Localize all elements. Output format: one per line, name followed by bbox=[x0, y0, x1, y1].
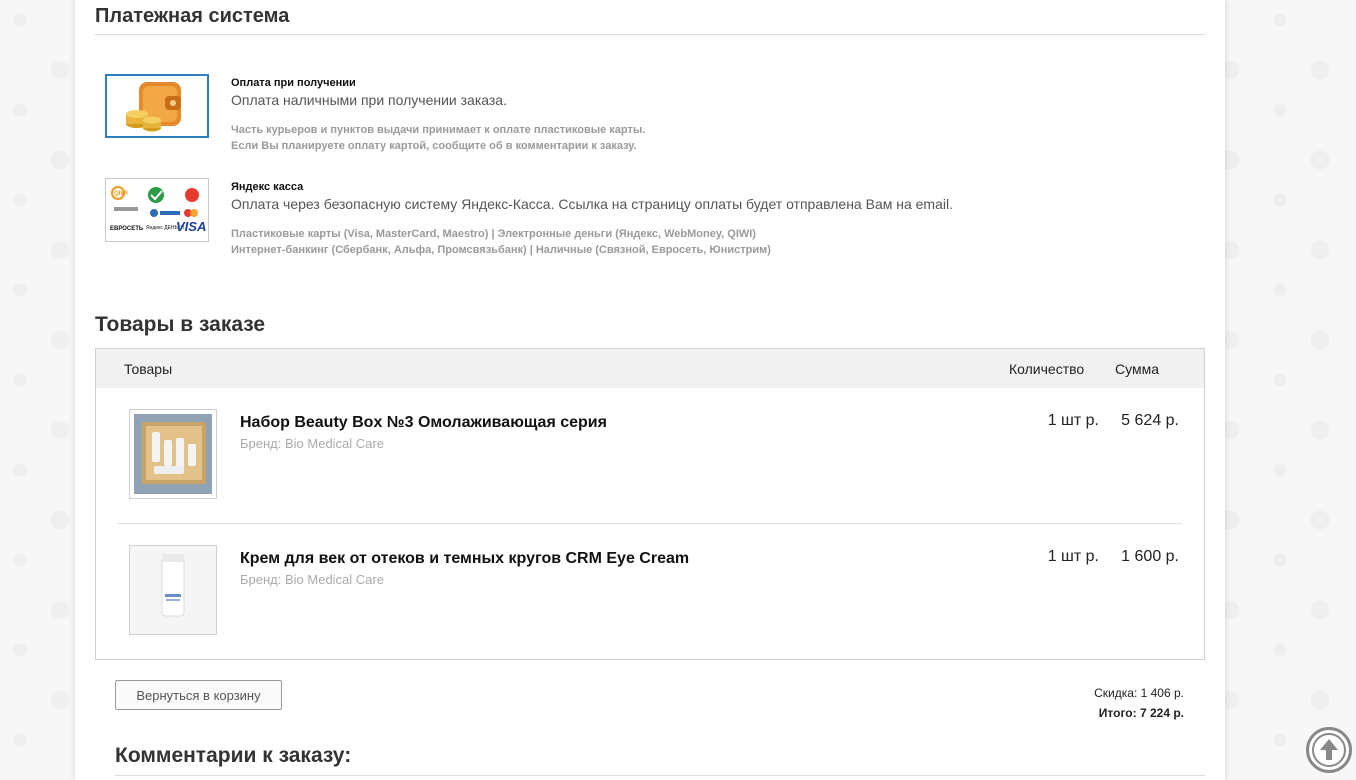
payment-option-description: Оплата через безопасную систему Яндекс-К… bbox=[231, 196, 953, 212]
product-name[interactable]: Набор Beauty Box №3 Омолаживающая серия bbox=[240, 414, 607, 432]
order-panel: Платежная система Оплата при получении О… bbox=[75, 0, 1225, 780]
product-brand: Бренд: Bio Medical Care bbox=[240, 436, 384, 451]
qiwi-logo: QIWI bbox=[114, 191, 128, 197]
table-header: Товары Количество Сумма bbox=[96, 349, 1204, 388]
product-name[interactable]: Крем для век от отеков и темных кругов C… bbox=[240, 550, 689, 568]
table-row: Набор Beauty Box №3 Омолаживающая серия … bbox=[96, 409, 1204, 519]
payment-option-note: Часть курьеров и пунктов выдачи принимае… bbox=[231, 122, 1131, 154]
column-header-goods: Товары bbox=[124, 361, 173, 377]
comments-heading: Комментарии к заказу: bbox=[115, 744, 352, 767]
payment-systems-icon: QIWI ЕВРОСЕТЬ Яндекс ДЕНЬГИ VISA bbox=[105, 178, 209, 242]
visa-logo: VISA bbox=[176, 219, 206, 234]
discount-value: Скидка: 1 406 р. bbox=[1094, 686, 1184, 700]
product-image[interactable] bbox=[129, 545, 217, 635]
column-header-sum: Сумма bbox=[1115, 361, 1159, 377]
arrow-up-icon bbox=[1312, 733, 1346, 767]
column-header-qty: Количество bbox=[1009, 361, 1085, 377]
scroll-to-top-button[interactable] bbox=[1306, 727, 1352, 773]
total-value: Итого: 7 224 р. bbox=[1098, 706, 1184, 720]
payment-option-title: Яндекс касса bbox=[231, 181, 304, 193]
product-qty: 1 шт р. bbox=[1047, 412, 1099, 429]
payment-heading: Платежная система bbox=[95, 5, 290, 27]
wallet-icon bbox=[105, 74, 209, 138]
evroset-logo: ЕВРОСЕТЬ bbox=[110, 226, 144, 232]
order-totals: Скидка: 1 406 р. Итого: 7 224 р. bbox=[1094, 683, 1184, 723]
payment-note-line: Интернет-банкинг (Сбербанк, Альфа, Промс… bbox=[231, 244, 771, 256]
payment-option-note: Пластиковые карты (Visa, MasterCard, Mae… bbox=[231, 226, 1131, 258]
product-qty: 1 шт р. bbox=[1047, 548, 1099, 565]
payment-option-description: Оплата наличными при получении заказа. bbox=[231, 92, 507, 108]
order-items-table: Товары Количество Сумма Набор Beauty Box… bbox=[95, 348, 1205, 660]
table-row: Крем для век от отеков и темных кругов C… bbox=[96, 545, 1204, 655]
divider bbox=[95, 34, 1205, 35]
product-image[interactable] bbox=[129, 409, 217, 499]
product-brand: Бренд: Bio Medical Care bbox=[240, 572, 384, 587]
order-heading: Товары в заказе bbox=[95, 313, 266, 336]
payment-option-title: Оплата при получении bbox=[231, 77, 356, 89]
back-to-cart-button[interactable]: Вернуться в корзину bbox=[115, 680, 282, 710]
payment-note-line: Пластиковые карты (Visa, MasterCard, Mae… bbox=[231, 228, 756, 240]
row-divider bbox=[117, 523, 1182, 524]
divider bbox=[115, 775, 1205, 776]
payment-note-line: Часть курьеров и пунктов выдачи принимае… bbox=[231, 124, 646, 136]
payment-note-line: Если Вы планируете оплату картой, сообщи… bbox=[231, 140, 637, 152]
product-sum: 5 624 р. bbox=[1121, 412, 1179, 429]
product-sum: 1 600 р. bbox=[1121, 548, 1179, 565]
